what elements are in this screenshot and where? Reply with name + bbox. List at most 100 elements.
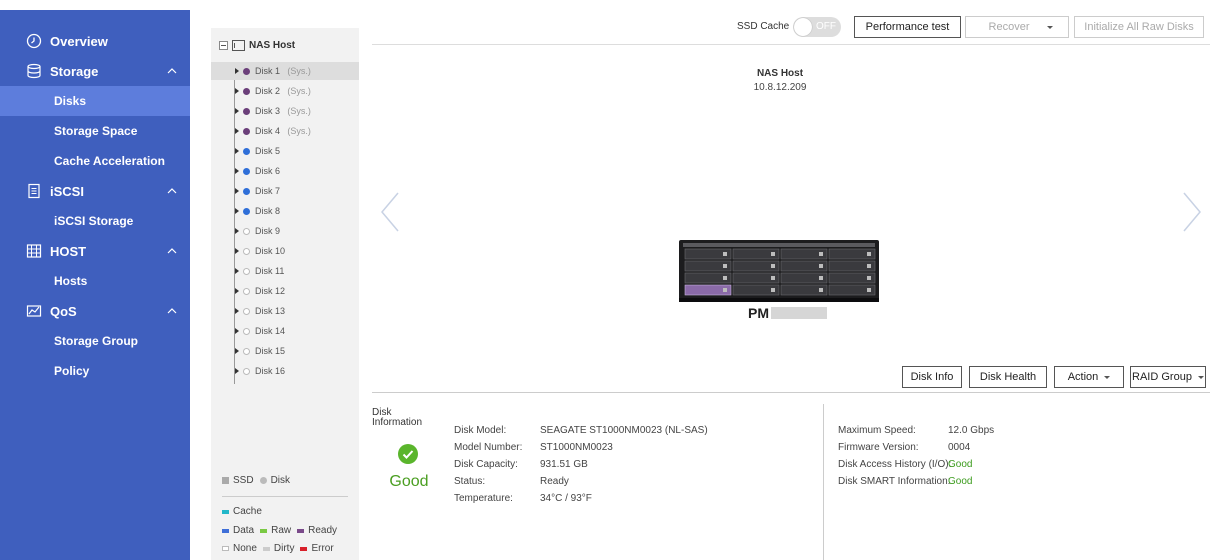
collapse-icon[interactable] — [219, 41, 228, 50]
caret-right-icon[interactable] — [235, 248, 239, 254]
tree-disk-item[interactable]: Disk 13 — [211, 302, 359, 320]
tree-root-nas-host[interactable]: NAS Host — [219, 40, 295, 51]
caret-right-icon[interactable] — [235, 228, 239, 234]
bay-led — [819, 252, 823, 256]
sidebar-item-hosts[interactable]: Hosts — [0, 266, 190, 296]
tree-disk-item[interactable]: Disk 1 (Sys.) — [211, 62, 359, 80]
host-ip: 10.8.12.209 — [753, 82, 807, 93]
caret-right-icon[interactable] — [235, 308, 239, 314]
disk-sys-suffix: (Sys.) — [287, 126, 311, 136]
caret-right-icon[interactable] — [235, 68, 239, 74]
caret-right-icon[interactable] — [235, 188, 239, 194]
info-key: Disk SMART Information: — [838, 476, 951, 487]
disk-health-button[interactable]: Disk Health — [969, 366, 1047, 388]
tree-disk-item[interactable]: Disk 7 — [211, 182, 359, 200]
action-dropdown[interactable]: Action — [1054, 366, 1124, 388]
chevron-up-icon[interactable] — [166, 305, 178, 317]
sidebar-item-iscsi[interactable]: iSCSI — [0, 176, 190, 206]
server-grid-icon — [26, 244, 42, 258]
chevron-up-icon[interactable] — [166, 185, 178, 197]
sidebar-item-label: Disks — [54, 94, 87, 108]
tree-disk-item[interactable]: Disk 14 — [211, 322, 359, 340]
tree-disk-item[interactable]: Disk 5 — [211, 142, 359, 160]
tree-disk-item[interactable]: Disk 2 (Sys.) — [211, 82, 359, 100]
tree-disk-item[interactable]: Disk 16 — [211, 362, 359, 380]
chevron-right-icon[interactable] — [1180, 191, 1204, 233]
sidebar-item-policy[interactable]: Policy — [0, 356, 190, 386]
initialize-raw-disks-button[interactable]: Initialize All Raw Disks — [1074, 16, 1204, 38]
recover-dropdown[interactable]: Recover — [965, 16, 1069, 38]
performance-test-button[interactable]: Performance test — [854, 16, 961, 38]
sidebar-item-cache-acceleration[interactable]: Cache Acceleration — [0, 146, 190, 176]
caret-right-icon[interactable] — [235, 328, 239, 334]
disk-info-button[interactable]: Disk Info — [902, 366, 962, 388]
disk-sys-suffix: (Sys.) — [287, 106, 311, 116]
caret-right-icon[interactable] — [235, 128, 239, 134]
disk-status-dot — [243, 167, 250, 175]
legend-states-2: None Dirty Error — [222, 543, 340, 554]
caret-right-icon[interactable] — [235, 148, 239, 154]
caret-right-icon[interactable] — [235, 368, 239, 374]
sidebar-item-qos[interactable]: QoS — [0, 296, 190, 326]
legend-error: Error — [311, 543, 334, 554]
tree-disk-item[interactable]: Disk 6 — [211, 162, 359, 180]
toggle-knob — [794, 18, 812, 36]
sidebar-item-storage-group[interactable]: Storage Group — [0, 326, 190, 356]
disk-status-dot — [243, 327, 250, 335]
raid-group-dropdown[interactable]: RAID Group — [1130, 366, 1206, 388]
sidebar-item-host[interactable]: HOST — [0, 236, 190, 266]
action-label: Action — [1067, 371, 1099, 383]
sidebar-item-label: QoS — [50, 303, 77, 319]
caret-right-icon[interactable] — [235, 288, 239, 294]
sidebar-item-storage-space[interactable]: Storage Space — [0, 116, 190, 146]
data-swatch — [222, 528, 229, 533]
sidebar-item-storage[interactable]: Storage — [0, 56, 190, 86]
disk-status-dot — [243, 67, 250, 75]
tree-disk-item[interactable]: Disk 11 — [211, 262, 359, 280]
tree-disk-item[interactable]: Disk 10 — [211, 242, 359, 260]
legend-divider — [222, 496, 348, 497]
raid-group-label: RAID Group — [1132, 371, 1192, 383]
nas-enclosure-image[interactable] — [679, 240, 879, 302]
disk-label: Disk 7 — [255, 186, 281, 196]
disk-status-dot — [243, 227, 250, 235]
tree-disk-item[interactable]: Disk 15 — [211, 342, 359, 360]
disk-label: Disk 4 — [255, 126, 281, 136]
caret-right-icon[interactable] — [235, 88, 239, 94]
sidebar-item-label: Overview — [50, 33, 108, 49]
tree-disk-item[interactable]: Disk 3 (Sys.) — [211, 102, 359, 120]
info-value: 931.51 GB — [540, 459, 588, 470]
sidebar-item-disks[interactable]: Disks — [0, 86, 190, 116]
redacted-name — [771, 307, 827, 319]
disk-label: Disk 12 — [255, 286, 286, 296]
initialize-label: Initialize All Raw Disks — [1084, 21, 1194, 33]
caret-right-icon[interactable] — [235, 268, 239, 274]
caret-right-icon[interactable] — [235, 348, 239, 354]
sidebar-item-iscsi-storage[interactable]: iSCSI Storage — [0, 206, 190, 236]
caret-right-icon[interactable] — [235, 108, 239, 114]
chevron-up-icon[interactable] — [166, 65, 178, 77]
info-key: Firmware Version: — [838, 442, 919, 453]
disk-label: Disk 8 — [255, 206, 281, 216]
tree-disk-item[interactable]: Disk 8 — [211, 202, 359, 220]
caret-right-icon[interactable] — [235, 208, 239, 214]
tree-disk-item[interactable]: Disk 9 — [211, 222, 359, 240]
info-vertical-divider — [823, 404, 824, 560]
device-name: PM — [748, 305, 827, 321]
bay-led — [723, 288, 727, 292]
disk-status-dot — [243, 347, 250, 355]
recover-label: Recover — [988, 21, 1030, 33]
chevron-up-icon[interactable] — [166, 245, 178, 257]
tree-disk-item[interactable]: Disk 4 (Sys.) — [211, 122, 359, 140]
sidebar-top-strip — [0, 0, 190, 10]
chevron-left-icon[interactable] — [378, 191, 402, 233]
sidebar-item-overview[interactable]: Overview — [0, 26, 190, 56]
legend-cache: Cache — [222, 506, 268, 517]
disk-swatch — [259, 477, 267, 484]
caret-right-icon[interactable] — [235, 168, 239, 174]
disk-label: Disk 1 — [255, 66, 281, 76]
disk-label: Disk 13 — [255, 306, 286, 316]
sidebar-item-label: HOST — [50, 243, 87, 259]
tree-disk-item[interactable]: Disk 12 — [211, 282, 359, 300]
ssd-cache-toggle[interactable]: OFF — [793, 17, 841, 37]
